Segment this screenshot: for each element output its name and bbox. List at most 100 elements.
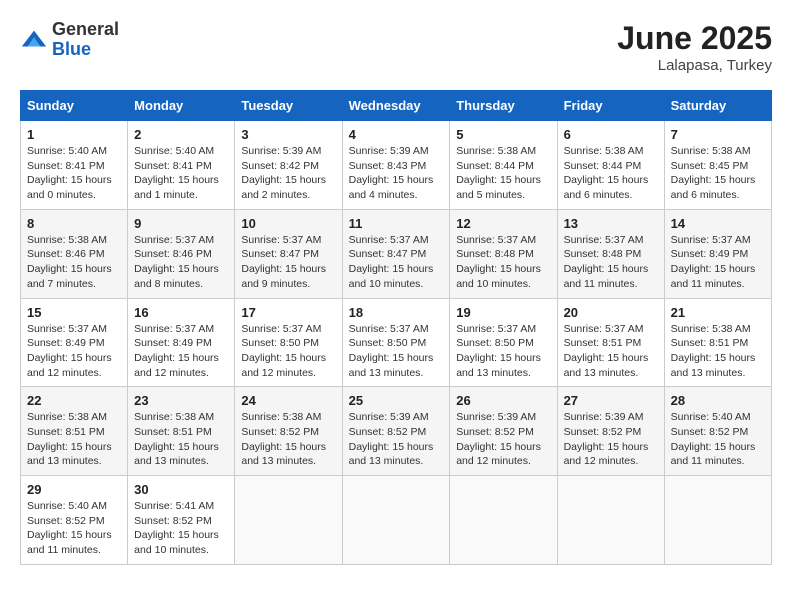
calendar-cell: 5 Sunrise: 5:38 AMSunset: 8:44 PMDayligh… [450,121,557,210]
day-number: 17 [241,305,335,320]
calendar-cell: 13 Sunrise: 5:37 AMSunset: 8:48 PMDaylig… [557,209,664,298]
calendar-cell: 16 Sunrise: 5:37 AMSunset: 8:49 PMDaylig… [128,298,235,387]
day-info: Sunrise: 5:38 AMSunset: 8:44 PMDaylight:… [564,144,658,203]
day-number: 5 [456,127,550,142]
month-title: June 2025 [617,20,772,57]
header-thursday: Thursday [450,91,557,121]
day-info: Sunrise: 5:39 AMSunset: 8:52 PMDaylight:… [456,410,550,469]
calendar-cell: 14 Sunrise: 5:37 AMSunset: 8:49 PMDaylig… [664,209,771,298]
day-number: 26 [456,393,550,408]
calendar-cell: 11 Sunrise: 5:37 AMSunset: 8:47 PMDaylig… [342,209,450,298]
day-info: Sunrise: 5:40 AMSunset: 8:52 PMDaylight:… [27,499,121,558]
header-tuesday: Tuesday [235,91,342,121]
day-number: 25 [349,393,444,408]
day-number: 16 [134,305,228,320]
calendar-cell: 30 Sunrise: 5:41 AMSunset: 8:52 PMDaylig… [128,476,235,565]
calendar-cell: 19 Sunrise: 5:37 AMSunset: 8:50 PMDaylig… [450,298,557,387]
day-info: Sunrise: 5:37 AMSunset: 8:51 PMDaylight:… [564,322,658,381]
logo: General Blue [20,20,119,60]
day-info: Sunrise: 5:38 AMSunset: 8:52 PMDaylight:… [241,410,335,469]
day-info: Sunrise: 5:37 AMSunset: 8:48 PMDaylight:… [564,233,658,292]
day-number: 18 [349,305,444,320]
calendar-cell [664,476,771,565]
calendar-cell: 12 Sunrise: 5:37 AMSunset: 8:48 PMDaylig… [450,209,557,298]
day-info: Sunrise: 5:37 AMSunset: 8:50 PMDaylight:… [456,322,550,381]
day-info: Sunrise: 5:41 AMSunset: 8:52 PMDaylight:… [134,499,228,558]
day-info: Sunrise: 5:37 AMSunset: 8:50 PMDaylight:… [241,322,335,381]
calendar-week-row: 1 Sunrise: 5:40 AMSunset: 8:41 PMDayligh… [21,121,772,210]
day-info: Sunrise: 5:39 AMSunset: 8:52 PMDaylight:… [564,410,658,469]
calendar-cell: 10 Sunrise: 5:37 AMSunset: 8:47 PMDaylig… [235,209,342,298]
calendar-week-row: 15 Sunrise: 5:37 AMSunset: 8:49 PMDaylig… [21,298,772,387]
page-header: General Blue June 2025 Lalapasa, Turkey [20,20,772,74]
day-info: Sunrise: 5:37 AMSunset: 8:50 PMDaylight:… [349,322,444,381]
day-info: Sunrise: 5:38 AMSunset: 8:45 PMDaylight:… [671,144,765,203]
calendar-cell: 28 Sunrise: 5:40 AMSunset: 8:52 PMDaylig… [664,387,771,476]
calendar-week-row: 8 Sunrise: 5:38 AMSunset: 8:46 PMDayligh… [21,209,772,298]
calendar-cell: 15 Sunrise: 5:37 AMSunset: 8:49 PMDaylig… [21,298,128,387]
calendar-cell: 1 Sunrise: 5:40 AMSunset: 8:41 PMDayligh… [21,121,128,210]
header-wednesday: Wednesday [342,91,450,121]
calendar-cell: 22 Sunrise: 5:38 AMSunset: 8:51 PMDaylig… [21,387,128,476]
logo-general-text: General [52,19,119,39]
day-number: 9 [134,216,228,231]
day-info: Sunrise: 5:40 AMSunset: 8:41 PMDaylight:… [134,144,228,203]
day-number: 8 [27,216,121,231]
header-saturday: Saturday [664,91,771,121]
calendar-cell: 6 Sunrise: 5:38 AMSunset: 8:44 PMDayligh… [557,121,664,210]
day-info: Sunrise: 5:39 AMSunset: 8:52 PMDaylight:… [349,410,444,469]
day-info: Sunrise: 5:39 AMSunset: 8:42 PMDaylight:… [241,144,335,203]
day-info: Sunrise: 5:37 AMSunset: 8:47 PMDaylight:… [241,233,335,292]
header-friday: Friday [557,91,664,121]
calendar-cell: 9 Sunrise: 5:37 AMSunset: 8:46 PMDayligh… [128,209,235,298]
calendar-table: Sunday Monday Tuesday Wednesday Thursday… [20,90,772,565]
day-number: 6 [564,127,658,142]
day-number: 27 [564,393,658,408]
calendar-week-row: 29 Sunrise: 5:40 AMSunset: 8:52 PMDaylig… [21,476,772,565]
title-block: June 2025 Lalapasa, Turkey [617,20,772,74]
day-info: Sunrise: 5:40 AMSunset: 8:41 PMDaylight:… [27,144,121,203]
logo-blue-text: Blue [52,39,91,59]
calendar-cell: 23 Sunrise: 5:38 AMSunset: 8:51 PMDaylig… [128,387,235,476]
logo-icon [20,26,48,54]
location-subtitle: Lalapasa, Turkey [617,57,772,74]
calendar-cell: 3 Sunrise: 5:39 AMSunset: 8:42 PMDayligh… [235,121,342,210]
day-number: 19 [456,305,550,320]
calendar-cell: 25 Sunrise: 5:39 AMSunset: 8:52 PMDaylig… [342,387,450,476]
day-info: Sunrise: 5:39 AMSunset: 8:43 PMDaylight:… [349,144,444,203]
day-number: 23 [134,393,228,408]
day-number: 13 [564,216,658,231]
day-number: 1 [27,127,121,142]
day-number: 2 [134,127,228,142]
calendar-cell: 21 Sunrise: 5:38 AMSunset: 8:51 PMDaylig… [664,298,771,387]
day-number: 4 [349,127,444,142]
calendar-cell: 2 Sunrise: 5:40 AMSunset: 8:41 PMDayligh… [128,121,235,210]
day-number: 30 [134,482,228,497]
calendar-cell: 27 Sunrise: 5:39 AMSunset: 8:52 PMDaylig… [557,387,664,476]
day-number: 3 [241,127,335,142]
day-number: 22 [27,393,121,408]
day-number: 10 [241,216,335,231]
calendar-cell [342,476,450,565]
day-info: Sunrise: 5:38 AMSunset: 8:44 PMDaylight:… [456,144,550,203]
day-number: 21 [671,305,765,320]
calendar-cell: 24 Sunrise: 5:38 AMSunset: 8:52 PMDaylig… [235,387,342,476]
day-number: 20 [564,305,658,320]
day-info: Sunrise: 5:38 AMSunset: 8:51 PMDaylight:… [27,410,121,469]
day-number: 28 [671,393,765,408]
calendar-cell: 7 Sunrise: 5:38 AMSunset: 8:45 PMDayligh… [664,121,771,210]
day-info: Sunrise: 5:37 AMSunset: 8:49 PMDaylight:… [671,233,765,292]
header-sunday: Sunday [21,91,128,121]
day-info: Sunrise: 5:37 AMSunset: 8:47 PMDaylight:… [349,233,444,292]
calendar-week-row: 22 Sunrise: 5:38 AMSunset: 8:51 PMDaylig… [21,387,772,476]
calendar-cell [235,476,342,565]
day-info: Sunrise: 5:40 AMSunset: 8:52 PMDaylight:… [671,410,765,469]
calendar-cell: 4 Sunrise: 5:39 AMSunset: 8:43 PMDayligh… [342,121,450,210]
day-number: 11 [349,216,444,231]
calendar-cell [557,476,664,565]
calendar-cell: 29 Sunrise: 5:40 AMSunset: 8:52 PMDaylig… [21,476,128,565]
day-info: Sunrise: 5:37 AMSunset: 8:48 PMDaylight:… [456,233,550,292]
day-number: 24 [241,393,335,408]
calendar-cell: 26 Sunrise: 5:39 AMSunset: 8:52 PMDaylig… [450,387,557,476]
day-info: Sunrise: 5:37 AMSunset: 8:49 PMDaylight:… [27,322,121,381]
